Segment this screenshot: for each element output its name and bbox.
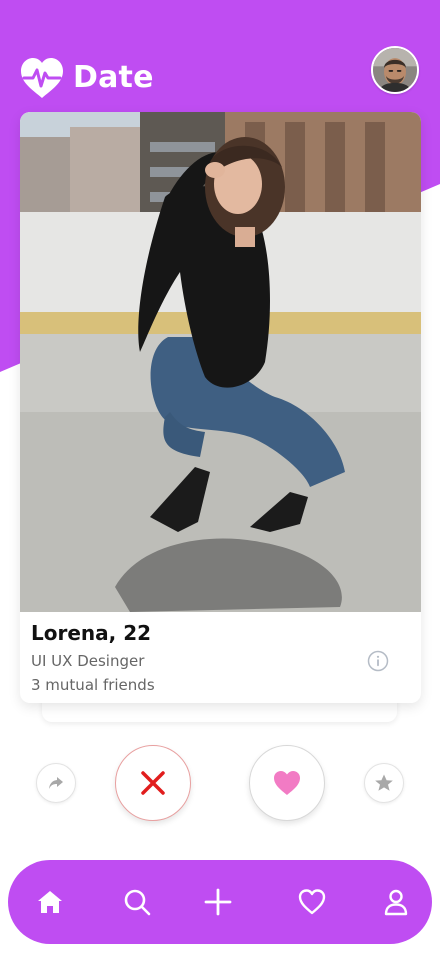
profile-info: Lorena, 22 UI UX Desinger 3 mutual frien… xyxy=(20,612,421,703)
search-icon xyxy=(124,889,151,916)
heart-icon xyxy=(274,771,300,795)
bottom-navigation xyxy=(8,860,432,944)
home-icon xyxy=(38,891,62,913)
dislike-button[interactable] xyxy=(115,745,191,821)
favorite-button[interactable] xyxy=(364,763,404,803)
user-icon xyxy=(384,889,408,916)
app-brand: Date xyxy=(19,56,154,100)
plus-icon xyxy=(204,888,232,916)
avatar-photo xyxy=(373,48,417,92)
heartbeat-icon xyxy=(21,58,63,98)
nav-home[interactable] xyxy=(34,886,66,918)
nav-likes[interactable] xyxy=(296,886,328,918)
app-title: Date xyxy=(73,60,154,95)
info-button[interactable] xyxy=(367,650,389,672)
profile-job: UI UX Desinger xyxy=(31,652,145,670)
profile-mutual-friends: 3 mutual friends xyxy=(31,676,155,694)
profile-card[interactable]: Lorena, 22 UI UX Desinger 3 mutual frien… xyxy=(20,112,421,703)
heart-outline-icon xyxy=(298,889,326,915)
like-button[interactable] xyxy=(249,745,325,821)
profile-photo xyxy=(20,112,421,612)
star-icon xyxy=(375,774,393,791)
nav-add[interactable] xyxy=(202,886,234,918)
info-icon xyxy=(367,650,389,672)
share-arrow-icon xyxy=(49,777,63,789)
close-x-icon xyxy=(141,771,165,795)
nav-search[interactable] xyxy=(121,886,153,918)
profile-name-age: Lorena, 22 xyxy=(31,621,152,645)
user-avatar[interactable] xyxy=(371,46,419,94)
share-button[interactable] xyxy=(36,763,76,803)
nav-profile[interactable] xyxy=(380,886,412,918)
